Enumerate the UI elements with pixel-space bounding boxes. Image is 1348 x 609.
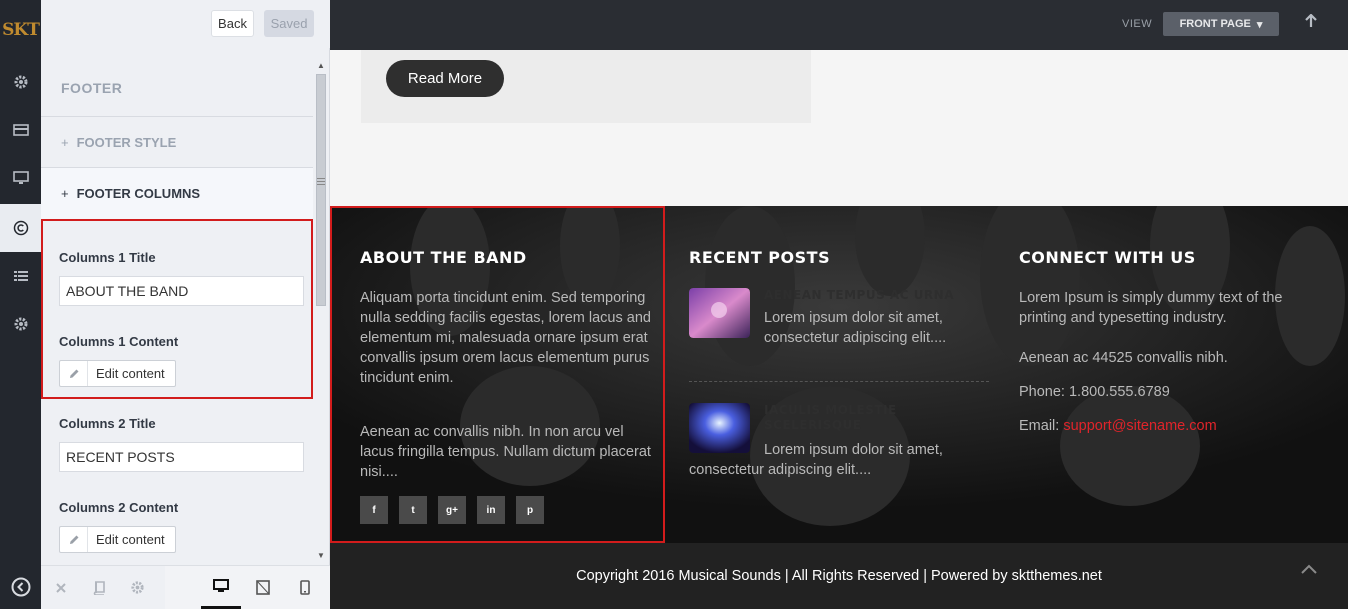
- chevron-up-icon[interactable]: [1300, 558, 1318, 581]
- accordion-label: FOOTER COLUMNS: [76, 186, 201, 201]
- pinterest-icon[interactable]: p: [516, 496, 544, 524]
- email-link[interactable]: support@sitename.com: [1063, 418, 1216, 434]
- post-title[interactable]: AENEAN TEMPUS AC URNA: [764, 288, 984, 303]
- edit-content-label: Edit content: [96, 366, 165, 381]
- footer-column-about: ABOUT THE BAND Aliquam porta tincidunt e…: [360, 206, 655, 543]
- copyright-icon[interactable]: [0, 204, 41, 252]
- desktop-icon[interactable]: [201, 566, 241, 609]
- mobile-icon[interactable]: [285, 566, 325, 609]
- skt-logo: SKT: [2, 20, 40, 40]
- col1-content-label: Columns 1 Content: [59, 334, 179, 349]
- email-label: Email:: [1019, 418, 1064, 434]
- view-label: VIEW: [1122, 18, 1153, 30]
- column-title: CONNECT WITH US: [1019, 248, 1196, 267]
- front-page-label: FRONT PAGE: [1179, 18, 1251, 30]
- edit-content-label: Edit content: [96, 532, 165, 547]
- about-paragraph: Aliquam porta tincidunt enim. Sed tempor…: [360, 290, 651, 386]
- linkedin-icon[interactable]: in: [477, 496, 505, 524]
- pencil-icon: [60, 361, 88, 386]
- scroll-down-arrow[interactable]: ▼: [313, 548, 329, 562]
- scroll-thumb[interactable]: [316, 74, 326, 306]
- post-card: Read More: [361, 50, 811, 123]
- front-page-dropdown[interactable]: FRONT PAGE ▾: [1163, 12, 1279, 36]
- plus-icon: +: [61, 134, 69, 150]
- back-button[interactable]: Back: [211, 10, 254, 37]
- gear-icon[interactable]: [0, 300, 41, 348]
- section-title: FOOTER: [61, 80, 123, 96]
- arrow-left-circle-icon[interactable]: [0, 565, 41, 609]
- site-preview: VIEW FRONT PAGE ▾ Read More ABOUT THE BA…: [330, 0, 1348, 609]
- gear-icon[interactable]: [117, 566, 157, 609]
- twitter-icon[interactable]: t: [399, 496, 427, 524]
- scroll-up-arrow[interactable]: ▲: [313, 58, 329, 72]
- column-title: ABOUT THE BAND: [360, 248, 527, 267]
- accordion-label: FOOTER STYLE: [76, 134, 177, 150]
- connect-phone: Phone: 1.800.555.6789: [1019, 384, 1170, 400]
- col1-title-label: Columns 1 Title: [59, 250, 156, 265]
- col2-edit-content-button[interactable]: Edit content: [59, 526, 176, 553]
- preview-toolbar: VIEW FRONT PAGE ▾: [330, 0, 1348, 50]
- post-title[interactable]: IACULIS MOLESTIE SCELERISQUE: [764, 403, 984, 433]
- scroll-grip-icon: [317, 178, 325, 185]
- panel-scrollbar[interactable]: ▲ ▼: [313, 58, 329, 563]
- footer-column-recent-posts: RECENT POSTS AENEAN TEMPUS AC URNA Lorem…: [689, 206, 989, 543]
- google-plus-icon[interactable]: g+: [438, 496, 466, 524]
- accordion-footer-style[interactable]: + FOOTER STYLE: [41, 117, 313, 168]
- plus-icon: +: [61, 186, 69, 201]
- accordion-footer-columns[interactable]: + FOOTER COLUMNS: [41, 168, 313, 219]
- connect-address: Aenean ac 44525 convallis nibh.: [1019, 350, 1228, 366]
- footer-column-connect: CONNECT WITH US Lorem Ipsum is simply du…: [1019, 206, 1329, 543]
- site-footer: ABOUT THE BAND Aliquam porta tincidunt e…: [330, 206, 1348, 543]
- copyright-bar: Copyright 2016 Musical Sounds | All Righ…: [330, 543, 1348, 609]
- post-excerpt: Lorem ipsum dolor sit amet, consectetur …: [764, 310, 947, 346]
- saved-button[interactable]: Saved: [264, 10, 314, 37]
- about-paragraph: Aenean ac convallis nibh. In non arcu ve…: [360, 424, 651, 480]
- col1-title-input[interactable]: [59, 276, 304, 306]
- panel-footer-bar: [41, 565, 330, 609]
- copyright-text: Copyright 2016 Musical Sounds | All Righ…: [576, 568, 1102, 584]
- read-more-button[interactable]: Read More: [386, 60, 504, 97]
- pencil-icon: [60, 527, 88, 552]
- tablet-icon[interactable]: [243, 566, 283, 609]
- card-icon[interactable]: [0, 106, 41, 154]
- connect-paragraph: Lorem Ipsum is simply dummy text of the …: [1019, 290, 1283, 326]
- post-excerpt: Lorem ipsum dolor sit amet, consectetur …: [689, 442, 943, 478]
- arrow-up-icon[interactable]: [1304, 13, 1318, 33]
- post-thumbnail[interactable]: [689, 288, 750, 338]
- col1-edit-content-button[interactable]: Edit content: [59, 360, 176, 387]
- book-icon[interactable]: [79, 566, 119, 609]
- list-icon[interactable]: [0, 252, 41, 300]
- footer-columns-fields: Columns 1 Title Columns 1 Content Edit c…: [41, 219, 313, 609]
- col2-title-label: Columns 2 Title: [59, 416, 156, 431]
- monitor-icon[interactable]: [0, 154, 41, 202]
- customizer-panel: Back Saved FOOTER + FOOTER STYLE + FOOTE…: [41, 0, 330, 609]
- chevron-down-icon: ▾: [1256, 18, 1263, 31]
- col2-title-input[interactable]: [59, 442, 304, 472]
- icon-rail: SKT: [0, 0, 41, 609]
- col2-content-label: Columns 2 Content: [59, 500, 179, 515]
- panel-topbar: Back Saved: [41, 0, 330, 48]
- facebook-icon[interactable]: f: [360, 496, 388, 524]
- gear-icon[interactable]: [0, 58, 41, 106]
- divider: [689, 381, 989, 382]
- column-title: RECENT POSTS: [689, 248, 831, 267]
- social-links: f t g+ in p: [360, 496, 544, 524]
- close-icon[interactable]: [41, 566, 81, 609]
- connect-email: Email: support@sitename.com: [1019, 416, 1324, 436]
